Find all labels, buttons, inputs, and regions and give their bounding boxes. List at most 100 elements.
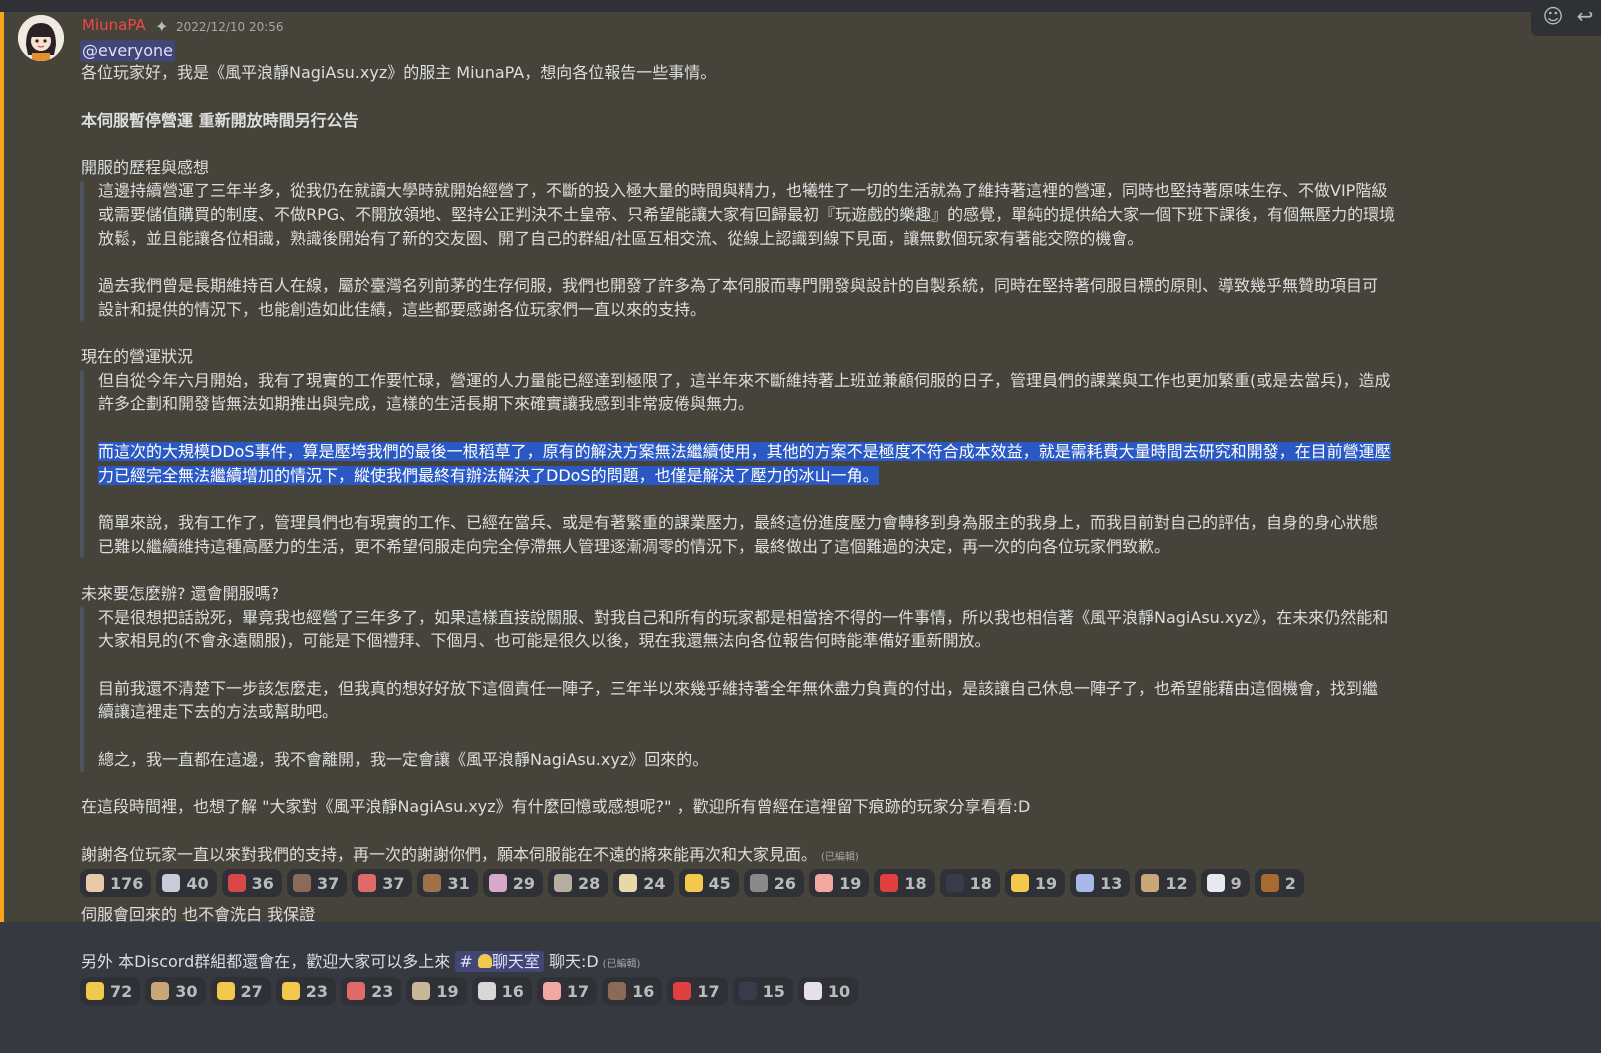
channel-link[interactable]: # 聊天室 <box>455 951 544 972</box>
reaction-pill[interactable]: 36 <box>221 869 282 897</box>
followup-text: 伺服會回來的 也不會洗白 我保證 <box>81 905 316 924</box>
timestamp: 2022/12/10 20:56 <box>176 20 284 34</box>
quote-line: 不是很想把話說死，畢竟我也經營了三年多了，如果這樣直接說關服、對我自己和所有的玩… <box>98 608 1389 627</box>
reaction-pill[interactable]: 29 <box>482 869 543 897</box>
reaction-pill[interactable]: 72 <box>80 977 141 1005</box>
quote-line: 簡單來說，我有工作了，管理員們也有現實的工作、已經在當兵、或是有著繁重的課業壓力… <box>98 513 1379 532</box>
edited-label: (已編輯) <box>821 852 859 863</box>
reaction-count: 19 <box>839 873 862 893</box>
reaction-count: 27 <box>240 981 263 1001</box>
emoji-anime-face-icon <box>292 874 311 892</box>
message-hover-toolbar: ☺ ↩ <box>1531 0 1601 36</box>
emoji-cat-face-icon <box>86 874 104 892</box>
reaction-count: 29 <box>512 873 535 893</box>
reaction-count: 2 <box>1284 873 1296 893</box>
reaction-count: 17 <box>566 981 590 1001</box>
reaction-count: 16 <box>632 981 655 1001</box>
reaction-pill[interactable]: 23 <box>341 977 402 1005</box>
reaction-pill[interactable]: 9 <box>1200 869 1250 897</box>
reply-icon[interactable]: ↩ <box>1571 2 1599 30</box>
reaction-pill[interactable]: 30 <box>145 977 206 1005</box>
reaction-pill[interactable]: 16 <box>471 977 532 1005</box>
mention-everyone[interactable]: @everyone <box>80 40 175 62</box>
add-reaction-icon[interactable]: ☺ <box>1539 2 1567 30</box>
quote-line: 總之，我一直都在這邊，我不會離開，我一定會讓《風平浪靜NagiAsu.xyz》回… <box>98 750 709 769</box>
emoji-red-character-icon <box>227 874 246 892</box>
section-title: 開服的歷程與感想 <box>81 158 210 177</box>
emoji-crying-face-icon <box>358 874 377 892</box>
channel-hash-icon: # <box>459 952 473 971</box>
reaction-pill[interactable]: 24 <box>613 869 674 897</box>
emoji-pink-face-icon <box>815 874 834 892</box>
emoji-anime-girl-icon <box>162 874 181 892</box>
reaction-pill[interactable]: 10 <box>797 977 859 1005</box>
reaction-pill[interactable]: 12 <box>1135 869 1196 897</box>
quote-line: 大家相見的(不會永遠關服)，可能是下個禮拜、下個月、也可能是很久以後，現在我還無… <box>98 631 991 650</box>
avatar[interactable] <box>18 15 64 61</box>
emoji-ghost-face-icon <box>803 982 822 1000</box>
quote-line: 過去我們曾是長期維持百人在線，屬於臺灣名列前茅的生存伺服，我們也開發了許多為了本… <box>98 276 1379 295</box>
reaction-count: 40 <box>186 873 209 893</box>
reaction-pill[interactable]: 19 <box>1004 869 1066 897</box>
reaction-pill[interactable]: 27 <box>210 977 271 1005</box>
emoji-thumbs-up-icon <box>1010 874 1029 892</box>
reaction-count: 31 <box>447 873 470 893</box>
edited-label: (已編輯) <box>602 959 641 970</box>
reaction-pill[interactable]: 18 <box>939 869 1000 897</box>
quote-line: 放鬆，並且能讓各位相識，熟識後開始有了新的交友圈、開了自己的群組/社區互相交流、… <box>98 229 1144 248</box>
reaction-pill[interactable]: 23 <box>275 977 337 1005</box>
emoji-dark-character-icon <box>945 874 964 892</box>
reaction-count: 24 <box>643 873 666 893</box>
quote-line: 或需要儲值購買的制度、不做RPG、不開放領地、堅持公正判決不土皇帝、只希望能讓大… <box>98 205 1396 224</box>
reaction-pill[interactable]: 176 <box>80 869 152 897</box>
channel-name: 聊天室 <box>491 952 540 971</box>
reaction-pill[interactable]: 37 <box>286 869 348 897</box>
reaction-pill[interactable]: 17 <box>667 977 728 1005</box>
emoji-pixel-face-icon <box>412 982 431 1000</box>
blockquote-bar <box>80 181 84 321</box>
emoji-cat-face-icon <box>151 982 170 1000</box>
emoji-anime-face-icon <box>608 982 627 1000</box>
reaction-pill[interactable]: 19 <box>406 977 467 1005</box>
closing-text-line: 謝謝各位玩家一直以來對我們的支持，再一次的謝謝你們，願本伺服能在不遠的將來能再次… <box>81 844 859 869</box>
reaction-count: 37 <box>382 873 405 893</box>
reaction-pill[interactable]: 15 <box>732 977 793 1005</box>
reaction-count: 18 <box>969 873 992 893</box>
quote-line: 續讓這裡走下去的方法或幫助吧。 <box>98 702 339 721</box>
emoji-red-dot-icon <box>673 982 692 1000</box>
emoji-bear-face-icon <box>1260 874 1279 892</box>
emoji-white-cat-icon <box>477 982 496 1000</box>
reaction-count: 12 <box>1165 873 1188 893</box>
quote-line: 設計和提供的情況下，也能創造如此佳績，這些都要感謝各位玩家們一直以來的支持。 <box>98 300 707 319</box>
reaction-count: 36 <box>251 873 274 893</box>
emoji-blue-face-icon <box>1076 874 1095 892</box>
reaction-pill[interactable]: 13 <box>1070 869 1131 897</box>
emoji-dark-character-icon <box>738 982 757 1000</box>
reaction-pill[interactable]: 16 <box>602 977 663 1005</box>
closing-text: 謝謝各位玩家一直以來對我們的支持，再一次的謝謝你們，願本伺服能在不遠的將來能再次… <box>81 845 818 864</box>
emoji-pleading-face-icon <box>684 874 703 892</box>
reaction-count: 72 <box>110 981 133 1001</box>
emoji-ok-hand-icon <box>281 982 300 1000</box>
reaction-pill[interactable]: 37 <box>352 869 413 897</box>
reaction-pill[interactable]: 19 <box>809 869 870 897</box>
emoji-red-dot-icon <box>880 874 899 892</box>
reaction-pill[interactable]: 26 <box>743 869 805 897</box>
reaction-count: 19 <box>436 981 459 1001</box>
reaction-count: 30 <box>175 981 198 1001</box>
reaction-pill[interactable]: 17 <box>536 977 598 1005</box>
reaction-count: 10 <box>827 981 851 1001</box>
emoji-pleading-face-icon <box>216 982 235 1000</box>
reaction-pill[interactable]: 45 <box>678 869 739 897</box>
followup-text: 另外 本Discord群組都還會在，歡迎大家可以多上來 <box>81 952 451 971</box>
username[interactable]: MiunaPA <box>82 16 146 34</box>
reaction-pill[interactable]: 31 <box>417 869 478 897</box>
quote-line: 這邊持續營運了三年半多，從我仍在就讀大學時就開始經營了，不斷的投入極大量的時間與… <box>98 181 1388 200</box>
reaction-pill[interactable]: 18 <box>874 869 935 897</box>
reaction-pill[interactable]: 2 <box>1254 869 1304 897</box>
reaction-pill[interactable]: 40 <box>156 869 217 897</box>
reaction-pill[interactable]: 28 <box>548 869 609 897</box>
reaction-count: 45 <box>708 873 731 893</box>
emoji-dog-face-icon <box>554 874 572 892</box>
emoji-white-face-icon <box>1206 874 1225 892</box>
